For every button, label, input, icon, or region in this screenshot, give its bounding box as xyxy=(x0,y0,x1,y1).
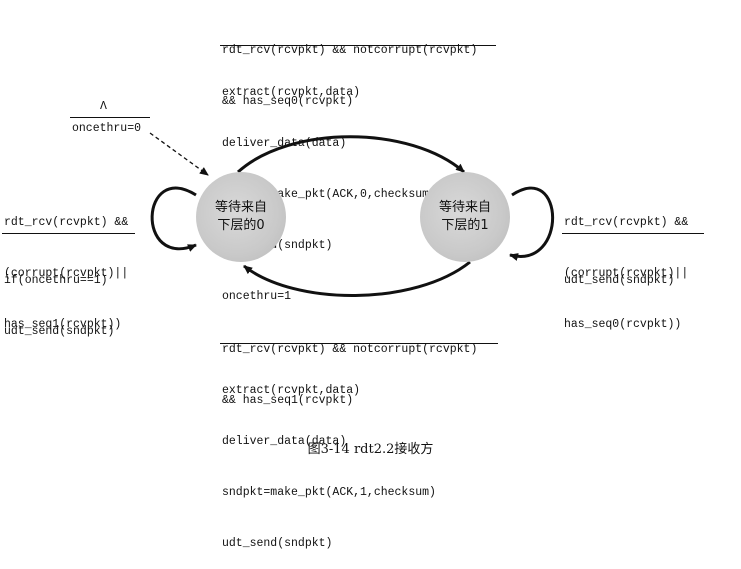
initial-action: oncethru=0 xyxy=(72,122,142,135)
state-wait-for-1: 等待来自 下层的1 xyxy=(420,172,510,262)
right-condition-line-3: has_seq0(rcvpkt)) xyxy=(564,318,682,331)
top-action-5: oncethru=1 xyxy=(222,290,292,303)
state-wait1-line-2: 下层的1 xyxy=(441,218,489,233)
state-wait0-line-1: 等待来自 xyxy=(214,200,267,215)
figure-caption: 图3-14 rdt2.2接收方 xyxy=(307,442,434,457)
self-loop-wait1 xyxy=(509,186,555,261)
state-wait1-line-1: 等待来自 xyxy=(438,200,491,215)
bottom-actions: extract(rcvpkt,data) deliver_data(data) … xyxy=(222,348,436,569)
top-divider xyxy=(220,45,496,46)
left-loop-divider xyxy=(2,233,135,234)
bottom-action-4: udt_send(sndpkt) xyxy=(222,537,333,550)
self-loop-wait0 xyxy=(150,186,197,252)
bottom-action-1: extract(rcvpkt,data) xyxy=(222,384,361,397)
bottom-divider xyxy=(220,343,498,344)
top-action-2: deliver_data(data) xyxy=(222,137,347,150)
right-loop-divider xyxy=(562,233,704,234)
right-loop-actions: udt_send(sndpkt) xyxy=(564,238,674,306)
bottom-action-3: sndpkt=make_pkt(ACK,1,checksum) xyxy=(222,486,436,499)
right-condition-line-1: rdt_rcv(rcvpkt) && xyxy=(564,216,689,229)
left-action-1: if(oncethru==1) xyxy=(4,274,108,287)
left-condition-line-1: rdt_rcv(rcvpkt) && xyxy=(4,216,129,229)
state-wait0-line-2: 下层的0 xyxy=(217,218,265,233)
state-wait-for-0: 等待来自 下层的0 xyxy=(196,172,286,262)
top-action-1: extract(rcvpkt,data) xyxy=(222,86,361,99)
left-loop-actions: if(oncethru==1) udt_send(sndpkt) xyxy=(4,238,114,357)
initial-condition: Λ xyxy=(100,100,107,113)
initial-divider xyxy=(70,117,150,118)
initial-edge xyxy=(149,132,209,176)
left-action-2: udt_send(sndpkt) xyxy=(4,325,115,338)
right-action-1: udt_send(sndpkt) xyxy=(564,274,675,287)
